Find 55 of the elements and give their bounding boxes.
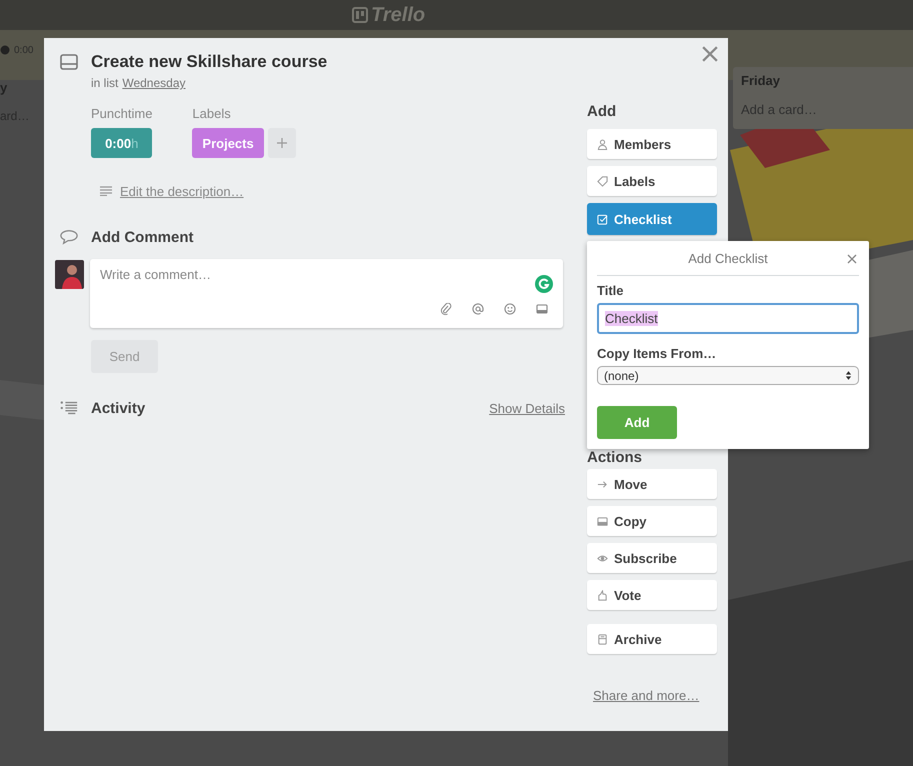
emoji-icon[interactable] <box>504 303 516 315</box>
add-label-button[interactable] <box>268 128 296 158</box>
board-icon <box>352 7 368 23</box>
sidebar-button[interactable]: Subscribe <box>587 543 717 573</box>
popover-title: Add Checklist <box>688 250 768 266</box>
eye-icon <box>597 552 608 564</box>
copy-items-label: Copy Items From… <box>597 347 716 361</box>
add-comment-heading: Add Comment <box>91 228 194 246</box>
plus-icon <box>276 138 287 148</box>
avatar <box>55 260 84 289</box>
card-title: Create new Skillshare course <box>91 51 328 73</box>
close-icon[interactable] <box>702 46 718 62</box>
punchtime-chip[interactable]: 0:00h <box>91 128 152 158</box>
grammar-check-icon[interactable] <box>535 275 553 293</box>
card-icon[interactable] <box>536 303 548 315</box>
comment-field[interactable]: Write a comment… <box>90 259 563 328</box>
checkbox-icon <box>597 214 608 224</box>
logo[interactable]: Trello <box>371 4 426 26</box>
paperclip-icon[interactable] <box>440 303 452 315</box>
close-icon[interactable] <box>847 254 857 264</box>
archive-icon <box>597 634 608 644</box>
thumb-icon <box>597 590 608 600</box>
add-heading: Add <box>587 104 616 120</box>
sidebar-button[interactable]: Copy <box>587 506 717 536</box>
punchtime-label: Punchtime <box>91 105 152 123</box>
list-caption: in list <box>91 75 118 91</box>
actions-heading: Actions <box>587 450 642 466</box>
share-link[interactable]: Share and more… <box>593 688 700 703</box>
sidebar-button[interactable]: Labels <box>587 166 717 196</box>
activity-heading: Activity <box>91 400 146 416</box>
sidebar-button[interactable]: Members <box>587 129 717 159</box>
card-icon <box>597 516 608 526</box>
list-title: Friday <box>741 73 782 88</box>
speech-bubble-icon <box>60 229 78 245</box>
arrow-icon <box>597 478 608 490</box>
copy-items-select[interactable]: (none) <box>597 366 859 385</box>
sidebar-button[interactable]: Vote <box>587 580 717 610</box>
stepper-icon <box>845 370 852 381</box>
title-label: Title <box>597 284 624 298</box>
sidebar-button[interactable]: Archive <box>587 624 717 654</box>
person-icon <box>597 138 608 150</box>
labels-label: Labels <box>192 105 232 123</box>
sidebar-button[interactable]: Checklist <box>587 203 717 235</box>
edit-description-link[interactable]: Edit the description… <box>120 184 244 198</box>
mention-icon[interactable] <box>472 303 484 315</box>
text-lines-icon <box>100 186 112 196</box>
label-chip[interactable]: Projects <box>192 128 264 158</box>
activity-icon <box>60 400 78 416</box>
show-details-link[interactable]: Show Details <box>489 400 565 416</box>
card-icon <box>60 54 78 70</box>
tag-icon <box>597 176 608 186</box>
add-button[interactable]: Add <box>597 406 677 439</box>
title-field[interactable]: Checklist <box>597 303 859 334</box>
sidebar-button[interactable]: Move <box>587 469 717 499</box>
list-link[interactable]: Wednesday <box>122 75 186 91</box>
